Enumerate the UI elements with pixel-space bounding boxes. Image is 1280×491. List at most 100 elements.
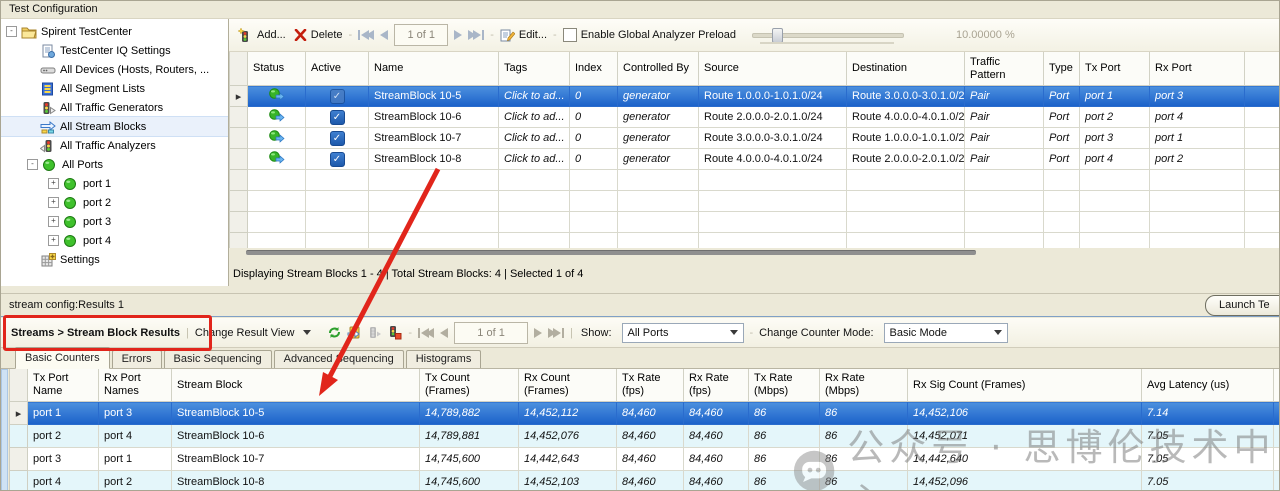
- results-row-4[interactable]: port 4 port 2 StreamBlock 10-8 14,745,60…: [9, 470, 1279, 490]
- tree-item-spirent-testcenter[interactable]: - Spirent TestCenter: [1, 22, 228, 41]
- stream-row-4[interactable]: ✓ StreamBlock 10-8 Click to ad... 0 gene…: [229, 148, 1279, 170]
- results-page-indicator[interactable]: 1 of 1: [454, 321, 529, 344]
- nav-next-icon[interactable]: [454, 30, 463, 40]
- col-header-tx-rate-fps[interactable]: Tx Rate (fps): [616, 369, 684, 402]
- tree-item-settings[interactable]: Settings: [1, 250, 228, 269]
- col-header-tx-rate-mbps[interactable]: Tx Rate (Mbps): [748, 369, 820, 402]
- expand-expander-icon[interactable]: +: [48, 235, 59, 246]
- nav-prev-icon[interactable]: [440, 327, 449, 338]
- stream-results-icon[interactable]: [367, 325, 382, 340]
- col-header-name[interactable]: Name: [368, 52, 499, 86]
- tags-cell[interactable]: Click to ad...: [498, 85, 570, 107]
- tree-item-all-devices[interactable]: All Devices (Hosts, Routers, ...: [1, 60, 228, 79]
- col-header-rx-rate-fps[interactable]: Rx Rate (fps): [683, 369, 749, 402]
- vertical-scrollbar[interactable]: [1, 369, 8, 490]
- results-row-2[interactable]: port 2 port 4 StreamBlock 10-6 14,789,88…: [9, 424, 1279, 448]
- tree-item-port-3[interactable]: + port 3: [1, 212, 228, 231]
- expand-expander-icon[interactable]: +: [48, 216, 59, 227]
- col-header-tx-count[interactable]: Tx Count (Frames): [419, 369, 519, 402]
- col-header-tx-port[interactable]: Tx Port: [1079, 52, 1150, 86]
- col-header-tx-port-name[interactable]: Tx Port Name: [27, 369, 99, 402]
- stream-row-2[interactable]: ✓ StreamBlock 10-6 Click to ad... 0 gene…: [229, 106, 1279, 128]
- col-header-rx-sig-count[interactable]: Rx Sig Count (Frames): [907, 369, 1142, 402]
- tab-basic-sequencing[interactable]: Basic Sequencing: [163, 350, 272, 368]
- load-slider[interactable]: [752, 25, 905, 45]
- refresh-icon[interactable]: [327, 325, 342, 340]
- row-selector[interactable]: [9, 470, 28, 490]
- horizontal-scrollbar[interactable]: [246, 250, 976, 255]
- col-header-traffic-pattern[interactable]: Traffic Pattern: [964, 52, 1044, 86]
- nav-first-icon[interactable]: [418, 327, 435, 338]
- col-header-status[interactable]: Status: [247, 52, 306, 86]
- col-header-controlledby[interactable]: Controlled By: [617, 52, 699, 86]
- launch-button[interactable]: Launch Te: [1205, 295, 1279, 316]
- active-checkbox[interactable]: ✓: [329, 130, 345, 146]
- stream-row-3[interactable]: ✓ StreamBlock 10-7 Click to ad... 0 gene…: [229, 127, 1279, 149]
- active-cell[interactable]: ✓: [305, 148, 369, 170]
- col-header-type[interactable]: Type: [1043, 52, 1080, 86]
- tab-errors[interactable]: Errors: [111, 350, 162, 368]
- active-cell[interactable]: ✓: [305, 127, 369, 149]
- export-icon[interactable]: [347, 325, 362, 340]
- active-checkbox[interactable]: ✓: [329, 88, 345, 104]
- tree-item-port-2[interactable]: + port 2: [1, 193, 228, 212]
- tab-advanced-sequencing[interactable]: Advanced Sequencing: [273, 350, 404, 368]
- row-selector[interactable]: [229, 106, 248, 128]
- nav-last-icon[interactable]: [548, 327, 565, 338]
- col-header-index[interactable]: Index: [569, 52, 618, 86]
- collapse-expander-icon[interactable]: -: [6, 26, 17, 37]
- slider-thumb[interactable]: [772, 28, 784, 43]
- page-indicator[interactable]: 1 of 1: [394, 24, 449, 46]
- nav-prev-icon[interactable]: [380, 30, 389, 40]
- results-row-3[interactable]: port 3 port 1 StreamBlock 10-7 14,745,60…: [9, 447, 1279, 471]
- col-header-rx-port-names[interactable]: Rx Port Names: [98, 369, 172, 402]
- col-header-active[interactable]: Active: [305, 52, 369, 86]
- tree-item-all-segment-lists[interactable]: All Segment Lists: [1, 79, 228, 98]
- col-header-rx-port[interactable]: Rx Port: [1149, 52, 1245, 86]
- tags-cell[interactable]: Click to ad...: [498, 106, 570, 128]
- add-button[interactable]: Add...: [238, 28, 286, 42]
- row-selector[interactable]: [229, 127, 248, 149]
- edit-button[interactable]: Edit...: [500, 28, 547, 42]
- preload-checkbox[interactable]: [562, 28, 577, 42]
- tab-histograms[interactable]: Histograms: [405, 350, 482, 368]
- tab-basic-counters[interactable]: Basic Counters: [15, 347, 110, 369]
- collapse-expander-icon[interactable]: -: [27, 159, 38, 170]
- row-selector[interactable]: ▸: [229, 85, 248, 107]
- active-checkbox[interactable]: ✓: [329, 109, 345, 125]
- col-header-source[interactable]: Source: [698, 52, 847, 86]
- tags-cell[interactable]: Click to ad...: [498, 127, 570, 149]
- col-header-tags[interactable]: Tags: [498, 52, 570, 86]
- row-selector[interactable]: [9, 424, 28, 448]
- row-selector[interactable]: ▸: [9, 401, 28, 425]
- col-header-rx-count[interactable]: Rx Count (Frames): [518, 369, 617, 402]
- col-header-avg-latency[interactable]: Avg Latency (us): [1141, 369, 1274, 402]
- expand-expander-icon[interactable]: +: [48, 178, 59, 189]
- nav-first-icon[interactable]: [358, 30, 375, 40]
- tree-item-all-stream-blocks[interactable]: All Stream Blocks: [1, 116, 228, 137]
- delete-button[interactable]: Delete: [294, 29, 343, 41]
- results-row-1[interactable]: ▸ port 1 port 3 StreamBlock 10-5 14,789,…: [9, 401, 1279, 425]
- col-header-stream-block[interactable]: Stream Block: [171, 369, 420, 402]
- col-header-rx-rate-mbps[interactable]: Rx Rate (Mbps): [819, 369, 908, 402]
- col-header-destination[interactable]: Destination: [846, 52, 965, 86]
- active-checkbox[interactable]: ✓: [329, 151, 345, 167]
- counter-mode-dropdown[interactable]: Basic Mode: [883, 322, 1008, 343]
- nav-next-icon[interactable]: [534, 327, 543, 338]
- tree-item-port-1[interactable]: + port 1: [1, 174, 228, 193]
- tree-item-all-ports[interactable]: - All Ports: [1, 155, 228, 174]
- expand-expander-icon[interactable]: +: [48, 197, 59, 208]
- col-header-partial[interactable]: N: [1273, 369, 1279, 402]
- stream-row-1[interactable]: ▸ ✓ StreamBlock 10-5 Click to ad... 0 ge…: [229, 85, 1279, 107]
- tree-item-all-traffic-analyzers[interactable]: All Traffic Analyzers: [1, 136, 228, 155]
- active-cell[interactable]: ✓: [305, 106, 369, 128]
- preload-checkbox-group[interactable]: Enable Global Analyzer Preload: [562, 28, 736, 42]
- row-selector[interactable]: [229, 148, 248, 170]
- tags-cell[interactable]: Click to ad...: [498, 148, 570, 170]
- show-ports-dropdown[interactable]: All Ports: [621, 322, 744, 343]
- tree-item-all-traffic-generators[interactable]: All Traffic Generators: [1, 98, 228, 117]
- row-selector[interactable]: [9, 447, 28, 471]
- analyzer-results-icon[interactable]: [387, 325, 402, 340]
- nav-last-icon[interactable]: [468, 30, 485, 40]
- change-result-view-button[interactable]: Change Result View: [195, 327, 312, 339]
